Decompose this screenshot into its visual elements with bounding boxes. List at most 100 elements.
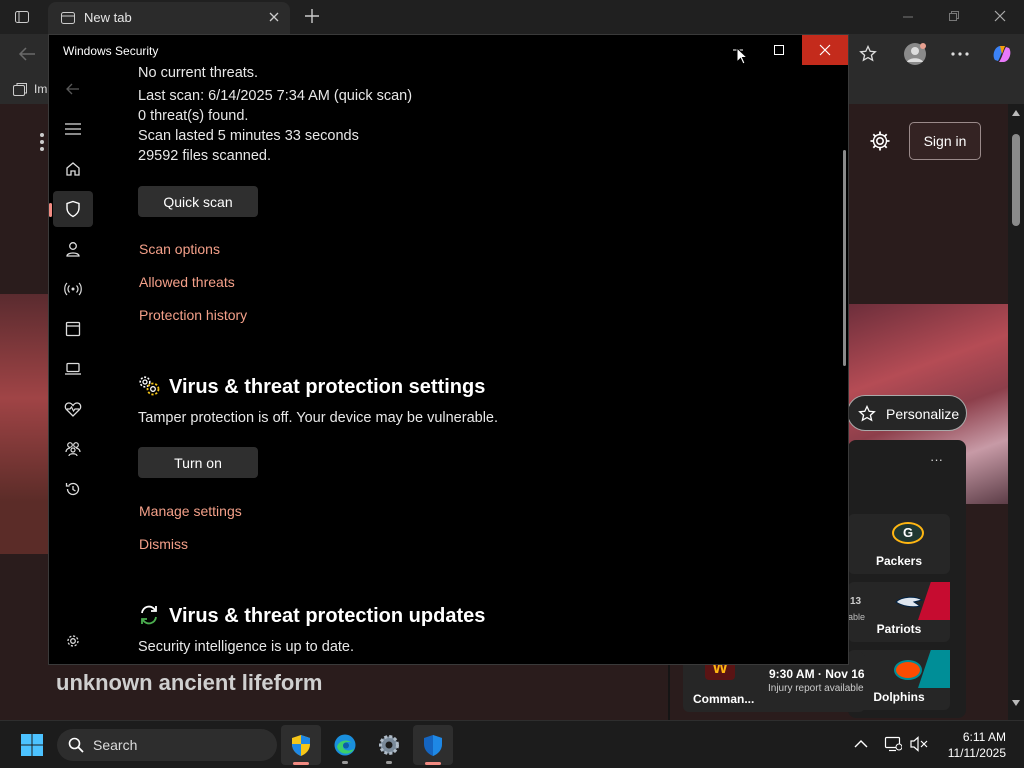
show-hidden-icons-chevron-up-icon[interactable] bbox=[854, 739, 868, 749]
nav-app-browser-control[interactable] bbox=[53, 311, 93, 347]
status-threats-found: 0 threat(s) found. bbox=[138, 108, 249, 124]
security-center-shield-icon bbox=[292, 735, 310, 756]
scan-options-link[interactable]: Scan options bbox=[139, 241, 220, 257]
system-clock[interactable]: 6:11 AM 11/11/2025 bbox=[948, 729, 1006, 761]
favorites-folder-icon[interactable] bbox=[12, 82, 28, 98]
more-options-icon[interactable] bbox=[951, 52, 969, 56]
dolphins-accent bbox=[918, 650, 950, 688]
restore-browser-icon[interactable] bbox=[948, 10, 960, 22]
tab-page-icon bbox=[60, 10, 76, 26]
manage-settings-link[interactable]: Manage settings bbox=[139, 503, 242, 519]
tab-actions-icon[interactable] bbox=[14, 9, 30, 25]
content-scrollbar[interactable] bbox=[843, 150, 846, 366]
close-browser-icon[interactable] bbox=[994, 10, 1006, 22]
sports-card: ··· s G Packers 13 able Patriots Dolphin… bbox=[848, 440, 966, 718]
family-icon bbox=[65, 442, 81, 457]
windows-security-window: Windows Security No current threats. Las… bbox=[48, 34, 849, 665]
quick-scan-button[interactable]: Quick scan bbox=[138, 186, 258, 217]
team-name-packers: Packers bbox=[875, 554, 923, 568]
nav-settings[interactable] bbox=[53, 623, 93, 659]
sign-in-button[interactable]: Sign in bbox=[909, 122, 981, 160]
settings-heading: Virus & threat protection settings bbox=[169, 376, 486, 398]
back-icon[interactable] bbox=[53, 71, 93, 107]
shield-icon bbox=[66, 200, 80, 218]
windows-logo-icon bbox=[21, 734, 43, 756]
apps-launcher-icon[interactable] bbox=[38, 132, 48, 152]
search-label: Search bbox=[93, 737, 138, 753]
personalize-label: Personalize bbox=[886, 406, 960, 422]
heart-pulse-icon bbox=[64, 402, 82, 417]
status-last-scan: Last scan: 6/14/2025 7:34 AM (quick scan… bbox=[138, 88, 413, 104]
windows-security-shield-icon bbox=[424, 735, 442, 756]
personalize-icon bbox=[858, 405, 876, 423]
minimize-browser-icon[interactable] bbox=[902, 10, 914, 22]
turn-on-button[interactable]: Turn on bbox=[138, 447, 258, 478]
scrollbar-thumb[interactable] bbox=[1012, 134, 1020, 226]
team-name-commanders: Comman... bbox=[693, 692, 755, 706]
edge-icon bbox=[334, 734, 356, 756]
tab-title: New tab bbox=[84, 10, 132, 25]
status-scan-duration: Scan lasted 5 minutes 33 seconds bbox=[138, 128, 359, 144]
settings-gear-app-icon bbox=[379, 735, 399, 755]
taskbar-search[interactable]: Search bbox=[57, 729, 277, 761]
scroll-down-icon[interactable] bbox=[1012, 700, 1020, 706]
team-packers[interactable]: G Packers bbox=[848, 514, 950, 574]
game-note: Injury report available bbox=[768, 683, 864, 694]
start-button[interactable] bbox=[12, 725, 52, 765]
updates-refresh-icon bbox=[138, 604, 160, 626]
nav-family-options[interactable] bbox=[53, 431, 93, 467]
news-headline[interactable]: unknown ancient lifeform bbox=[56, 670, 322, 696]
favorites-star-icon[interactable] bbox=[859, 45, 877, 63]
scroll-up-icon[interactable] bbox=[1012, 110, 1020, 116]
team-patriots[interactable]: 13 able Patriots bbox=[848, 582, 950, 642]
personalize-button[interactable]: Personalize bbox=[847, 395, 967, 431]
allowed-threats-link[interactable]: Allowed threats bbox=[139, 274, 235, 290]
copilot-icon[interactable] bbox=[990, 42, 1014, 66]
muted-speaker-icon[interactable] bbox=[910, 736, 930, 752]
partial-text-13: 13 bbox=[850, 596, 862, 607]
favorites-import-label[interactable]: Im bbox=[34, 82, 47, 96]
taskbar-edge[interactable] bbox=[325, 725, 365, 765]
protection-history-link[interactable]: Protection history bbox=[139, 307, 247, 323]
menu-hamburger-icon[interactable] bbox=[53, 111, 93, 147]
tab-strip: New tab bbox=[0, 0, 1024, 34]
tab-new-tab[interactable]: New tab bbox=[48, 2, 290, 34]
active-indicator bbox=[425, 762, 441, 765]
active-indicator bbox=[293, 762, 309, 765]
nav-virus-threat-protection[interactable] bbox=[49, 191, 93, 227]
page-scrollbar[interactable] bbox=[1008, 104, 1024, 720]
taskbar-security-center[interactable] bbox=[281, 725, 321, 765]
display-icon[interactable] bbox=[884, 736, 902, 752]
nav-device-performance-health[interactable] bbox=[53, 391, 93, 427]
packers-logo-icon: G bbox=[892, 522, 924, 544]
dismiss-link[interactable]: Dismiss bbox=[139, 536, 188, 552]
nav-device-security[interactable] bbox=[53, 351, 93, 387]
person-icon bbox=[66, 242, 80, 257]
tamper-protection-text: Tamper protection is off. Your device ma… bbox=[138, 410, 499, 426]
page-settings-gear-icon[interactable] bbox=[869, 130, 891, 152]
back-arrow-icon[interactable] bbox=[18, 46, 36, 62]
close-tab-icon[interactable] bbox=[268, 11, 280, 23]
game-time: 9:30 AM · Nov 16 bbox=[769, 667, 865, 681]
new-tab-icon[interactable] bbox=[304, 8, 320, 24]
taskbar-settings[interactable] bbox=[369, 725, 409, 765]
app-window-icon bbox=[65, 321, 81, 337]
running-indicator bbox=[342, 761, 348, 764]
home-icon bbox=[66, 162, 80, 176]
nav-firewall-network[interactable] bbox=[53, 271, 93, 307]
nav-home[interactable] bbox=[53, 151, 93, 187]
history-icon bbox=[65, 482, 80, 496]
profile-avatar[interactable] bbox=[903, 42, 927, 66]
taskbar: Search 6:11 AM 11/11/2025 bbox=[0, 720, 1024, 768]
laptop-icon bbox=[65, 362, 81, 375]
virus-threat-content: No current threats. Last scan: 6/14/2025… bbox=[138, 35, 838, 666]
sports-card-more-icon[interactable]: ··· bbox=[930, 452, 943, 467]
running-indicator bbox=[386, 761, 392, 764]
updates-heading: Virus & threat protection updates bbox=[169, 605, 486, 627]
taskbar-windows-security[interactable] bbox=[413, 725, 453, 765]
partial-text-able: able bbox=[848, 612, 866, 622]
nav-protection-history[interactable] bbox=[53, 471, 93, 507]
status-no-threats: No current threats. bbox=[138, 65, 259, 81]
selection-indicator bbox=[49, 203, 52, 217]
nav-account-protection[interactable] bbox=[53, 231, 93, 267]
